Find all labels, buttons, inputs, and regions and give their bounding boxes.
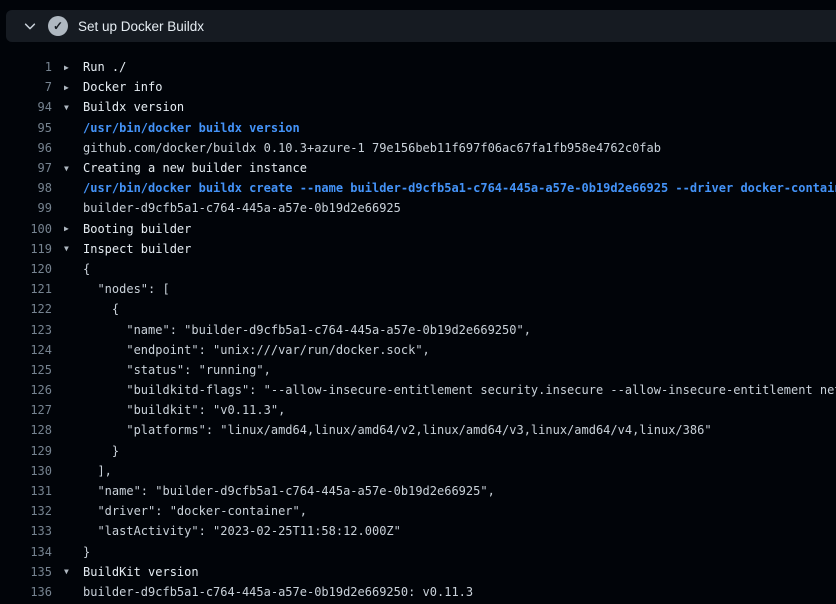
log-group-collapsed[interactable]: 100 ▶ Booting builder bbox=[0, 219, 836, 239]
log-group-expanded[interactable]: 135 ▼ BuildKit version bbox=[0, 562, 836, 582]
log-line: 98 /usr/bin/docker buildx create --name … bbox=[0, 178, 836, 198]
log-line-text: Booting builder bbox=[83, 222, 191, 236]
line-number[interactable]: 127 bbox=[0, 403, 52, 417]
triangle-down-icon: ▼ bbox=[64, 103, 83, 112]
line-number[interactable]: 99 bbox=[0, 201, 52, 215]
log-line-text: "status": "running", bbox=[83, 363, 271, 377]
line-number[interactable]: 100 bbox=[0, 222, 52, 236]
line-number[interactable]: 94 bbox=[0, 100, 52, 114]
log-group-collapsed[interactable]: 1 ▶ Run ./ bbox=[0, 57, 836, 77]
log-line: 134 } bbox=[0, 542, 836, 562]
log-line-text: "name": "builder-d9cfb5a1-c764-445a-a57e… bbox=[83, 323, 531, 337]
log-line-text: Docker info bbox=[83, 80, 162, 94]
log-line: 127 "buildkit": "v0.11.3", bbox=[0, 400, 836, 420]
triangle-right-icon: ▶ bbox=[64, 83, 83, 92]
log-group-expanded[interactable]: 94 ▼ Buildx version bbox=[0, 97, 836, 117]
chevron-down-icon[interactable] bbox=[22, 18, 38, 34]
log-line-text: { bbox=[83, 302, 119, 316]
log-line-text: BuildKit version bbox=[83, 565, 199, 579]
log-line-text: "platforms": "linux/amd64,linux/amd64/v2… bbox=[83, 423, 712, 437]
log-line-text: /usr/bin/docker buildx version bbox=[83, 121, 300, 135]
line-number[interactable]: 120 bbox=[0, 262, 52, 276]
log-line: 121 "nodes": [ bbox=[0, 279, 836, 299]
log-line: 130 ], bbox=[0, 461, 836, 481]
log-line: 120 { bbox=[0, 259, 836, 279]
log-line-text: "buildkit": "v0.11.3", bbox=[83, 403, 285, 417]
line-number[interactable]: 123 bbox=[0, 323, 52, 337]
line-number[interactable]: 130 bbox=[0, 464, 52, 478]
log-line: 131 "name": "builder-d9cfb5a1-c764-445a-… bbox=[0, 481, 836, 501]
log-line-text: "endpoint": "unix:///var/run/docker.sock… bbox=[83, 343, 430, 357]
log-line-text: /usr/bin/docker buildx create --name bui… bbox=[83, 181, 836, 195]
log-line: 123 "name": "builder-d9cfb5a1-c764-445a-… bbox=[0, 319, 836, 339]
log-group-expanded[interactable]: 119 ▼ Inspect builder bbox=[0, 239, 836, 259]
log-line: 128 "platforms": "linux/amd64,linux/amd6… bbox=[0, 420, 836, 440]
triangle-right-icon: ▶ bbox=[64, 224, 83, 233]
line-number[interactable]: 97 bbox=[0, 161, 52, 175]
line-number[interactable]: 134 bbox=[0, 545, 52, 559]
log-group-collapsed[interactable]: 7 ▶ Docker info bbox=[0, 77, 836, 97]
line-number[interactable]: 124 bbox=[0, 343, 52, 357]
line-number[interactable]: 7 bbox=[0, 80, 52, 94]
log-line-text: } bbox=[83, 545, 90, 559]
triangle-down-icon: ▼ bbox=[64, 164, 83, 173]
log-line-text: Creating a new builder instance bbox=[83, 161, 307, 175]
line-number[interactable]: 132 bbox=[0, 504, 52, 518]
line-number[interactable]: 1 bbox=[0, 60, 52, 74]
log-line: 133 "lastActivity": "2023-02-25T11:58:12… bbox=[0, 521, 836, 541]
log-line: 132 "driver": "docker-container", bbox=[0, 501, 836, 521]
line-number[interactable]: 131 bbox=[0, 484, 52, 498]
log-line: 126 "buildkitd-flags": "--allow-insecure… bbox=[0, 380, 836, 400]
log-line: 136 builder-d9cfb5a1-c764-445a-a57e-0b19… bbox=[0, 582, 836, 602]
line-number[interactable]: 126 bbox=[0, 383, 52, 397]
check-circle-icon: ✓ bbox=[48, 16, 68, 36]
log-line-text: Buildx version bbox=[83, 100, 184, 114]
line-number[interactable]: 133 bbox=[0, 524, 52, 538]
log-line: 96 github.com/docker/buildx 0.10.3+azure… bbox=[0, 138, 836, 158]
log-output: 1 ▶ Run ./ 7 ▶ Docker info 94 ▼ Buildx v… bbox=[0, 42, 836, 602]
step-header-set-up-docker-buildx[interactable]: ✓ Set up Docker Buildx bbox=[6, 10, 836, 42]
log-line-text: Run ./ bbox=[83, 60, 126, 74]
log-line-text: "name": "builder-d9cfb5a1-c764-445a-a57e… bbox=[83, 484, 495, 498]
log-line: 99 builder-d9cfb5a1-c764-445a-a57e-0b19d… bbox=[0, 198, 836, 218]
triangle-right-icon: ▶ bbox=[64, 63, 83, 72]
line-number[interactable]: 96 bbox=[0, 141, 52, 155]
line-number[interactable]: 122 bbox=[0, 302, 52, 316]
line-number[interactable]: 129 bbox=[0, 444, 52, 458]
log-line-text: github.com/docker/buildx 0.10.3+azure-1 … bbox=[83, 141, 661, 155]
line-number[interactable]: 136 bbox=[0, 585, 52, 599]
line-number[interactable]: 95 bbox=[0, 121, 52, 135]
log-line-text: { bbox=[83, 262, 90, 276]
log-line: 125 "status": "running", bbox=[0, 360, 836, 380]
step-title: Set up Docker Buildx bbox=[78, 19, 204, 34]
line-number[interactable]: 135 bbox=[0, 565, 52, 579]
log-line: 124 "endpoint": "unix:///var/run/docker.… bbox=[0, 340, 836, 360]
log-line: 122 { bbox=[0, 299, 836, 319]
line-number[interactable]: 98 bbox=[0, 181, 52, 195]
log-line-text: "nodes": [ bbox=[83, 282, 170, 296]
log-line-text: "driver": "docker-container", bbox=[83, 504, 307, 518]
log-line-text: "lastActivity": "2023-02-25T11:58:12.000… bbox=[83, 524, 401, 538]
line-number[interactable]: 128 bbox=[0, 423, 52, 437]
log-line: 129 } bbox=[0, 441, 836, 461]
log-line: 95 /usr/bin/docker buildx version bbox=[0, 118, 836, 138]
log-line-text: "buildkitd-flags": "--allow-insecure-ent… bbox=[83, 383, 836, 397]
log-line-text: builder-d9cfb5a1-c764-445a-a57e-0b19d2e6… bbox=[83, 585, 473, 599]
triangle-down-icon: ▼ bbox=[64, 567, 83, 576]
line-number[interactable]: 121 bbox=[0, 282, 52, 296]
log-line-text: builder-d9cfb5a1-c764-445a-a57e-0b19d2e6… bbox=[83, 201, 401, 215]
log-line-text: } bbox=[83, 444, 119, 458]
log-line-text: ], bbox=[83, 464, 112, 478]
log-line-text: Inspect builder bbox=[83, 242, 191, 256]
log-group-expanded[interactable]: 97 ▼ Creating a new builder instance bbox=[0, 158, 836, 178]
triangle-down-icon: ▼ bbox=[64, 244, 83, 253]
line-number[interactable]: 119 bbox=[0, 242, 52, 256]
line-number[interactable]: 125 bbox=[0, 363, 52, 377]
